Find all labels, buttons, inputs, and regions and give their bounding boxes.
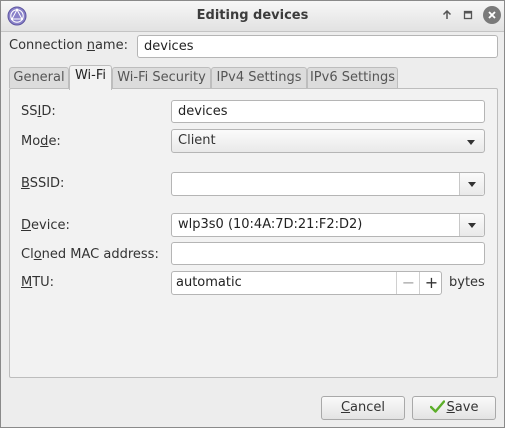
save-button-mnemonic: S bbox=[446, 400, 455, 415]
save-button[interactable]: Save bbox=[412, 396, 496, 420]
tab-ipv6-settings[interactable]: IPv6 Settings bbox=[307, 67, 398, 88]
bssid-combo[interactable] bbox=[171, 172, 485, 196]
bssid-label: BSSID: bbox=[21, 176, 65, 191]
mtu-input[interactable]: automatic bbox=[176, 274, 242, 292]
mode-select-value: Client bbox=[178, 133, 216, 148]
device-input[interactable]: wlp3s0 (10:4A:7D:21:F2:D2) bbox=[178, 216, 362, 234]
cloned-mac-label: Cloned MAC address: bbox=[21, 247, 159, 262]
cloned-mac-input[interactable] bbox=[171, 242, 485, 265]
bssid-dropdown-button[interactable] bbox=[459, 173, 484, 195]
ssid-label: SSID: bbox=[21, 104, 56, 119]
tab-wifi[interactable]: Wi-Fi bbox=[69, 65, 112, 90]
tab-general[interactable]: General bbox=[9, 67, 69, 88]
mtu-increment-button[interactable]: + bbox=[419, 272, 443, 294]
save-button-label: ave bbox=[454, 400, 479, 415]
mtu-unit-label: bytes bbox=[449, 275, 485, 290]
window-title: Editing devices bbox=[196, 8, 309, 23]
maximize-icon[interactable] bbox=[460, 7, 476, 23]
connection-name-label: Connection name: bbox=[9, 38, 128, 53]
mode-label: Mode: bbox=[21, 134, 61, 149]
device-label: Device: bbox=[21, 218, 70, 233]
chevron-down-icon bbox=[467, 140, 475, 145]
cancel-button[interactable]: Cancel bbox=[321, 396, 405, 420]
mtu-decrement-button[interactable]: − bbox=[396, 272, 420, 294]
chevron-down-icon bbox=[468, 223, 476, 228]
checkmark-icon bbox=[429, 400, 445, 413]
mtu-spinbutton[interactable]: automatic − + bbox=[171, 271, 442, 295]
close-icon[interactable] bbox=[483, 6, 501, 24]
cancel-button-label: ancel bbox=[350, 400, 386, 415]
chevron-down-icon bbox=[468, 182, 476, 187]
cancel-button-mnemonic: C bbox=[340, 400, 351, 415]
mode-select[interactable]: Client bbox=[171, 129, 485, 153]
device-combo[interactable]: wlp3s0 (10:4A:7D:21:F2:D2) bbox=[171, 213, 485, 237]
title-bar[interactable]: Editing devices bbox=[1, 1, 504, 32]
minimize-arrow-icon[interactable] bbox=[439, 7, 455, 23]
connection-name-input[interactable]: devices bbox=[137, 35, 498, 58]
device-dropdown-button[interactable] bbox=[459, 214, 484, 236]
tab-ipv4-settings[interactable]: IPv4 Settings bbox=[211, 67, 307, 88]
mtu-label: MTU: bbox=[21, 275, 55, 290]
editing-connection-dialog: Editing devices Connection name: devices… bbox=[0, 0, 505, 428]
tab-wifi-security[interactable]: Wi-Fi Security bbox=[112, 67, 211, 88]
ssid-input[interactable]: devices bbox=[171, 100, 485, 123]
